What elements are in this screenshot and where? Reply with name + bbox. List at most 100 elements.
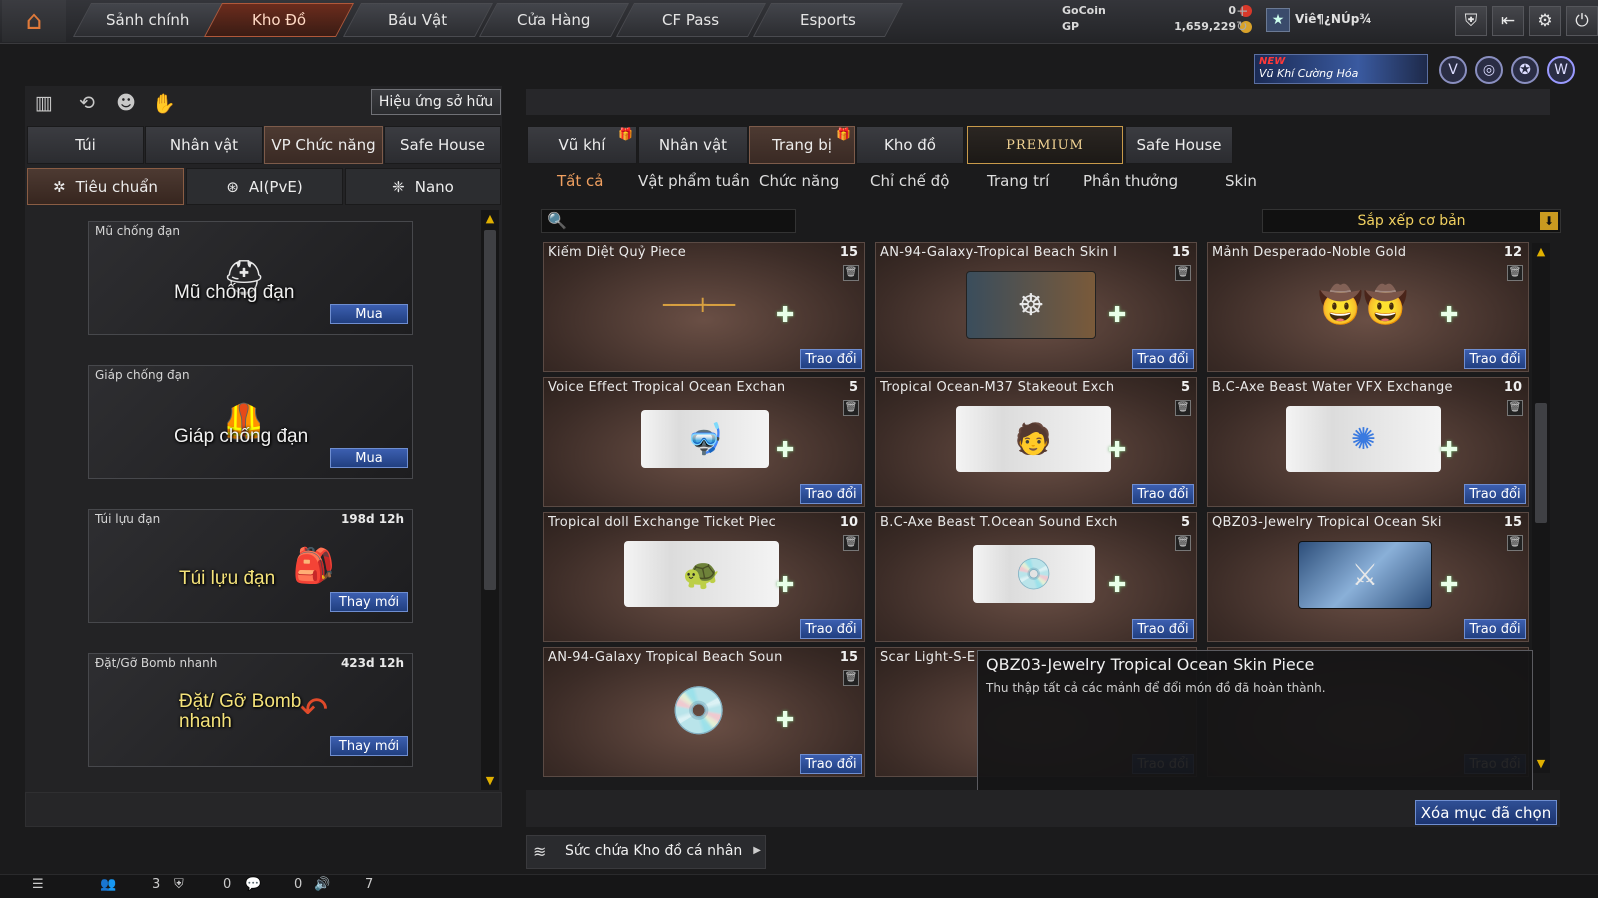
filter-skin[interactable]: Skin [1225, 172, 1257, 190]
home-button[interactable]: ⌂ [2, 0, 66, 42]
filter-decoration[interactable]: Trang trí [987, 172, 1049, 190]
trash-icon[interactable]: 🗑 [1507, 400, 1523, 416]
nav-tab-lobby[interactable]: Sảnh chính [72, 3, 224, 37]
trade-button[interactable]: Trao đổi [800, 484, 862, 504]
add-currency-icon[interactable]: + [1236, 2, 1249, 20]
vp-item-card[interactable]: Túi lựu đạn 198d 12h 🎒 Túi lựu đạn Thay … [88, 509, 413, 623]
promo-banner[interactable]: NEW Vũ Khí Cường Hóa [1254, 54, 1428, 84]
inventory-card[interactable]: AN-94-Galaxy-Tropical Beach Skin I 15 🗑 … [875, 242, 1197, 372]
filter-weekly-items[interactable]: Vật phẩm tuần [638, 172, 750, 190]
clan-shield-icon[interactable]: ⛨ [174, 877, 184, 892]
gocoin-label: GoCoin [1062, 4, 1106, 17]
right-tab-weapons[interactable]: Vũ khí 🎁 [527, 126, 637, 164]
power-icon[interactable]: ⏻ [1566, 6, 1598, 36]
inventory-card[interactable]: QBZ03-Jewelry Tropical Ocean Ski 15 🗑 ⚔ … [1207, 512, 1529, 642]
glove-icon[interactable]: ✋ [152, 92, 176, 116]
right-tab-premium[interactable]: PREMIUM [967, 126, 1123, 164]
character-icon[interactable]: ☻ [114, 92, 138, 116]
left-tab-character[interactable]: Nhân vật [145, 126, 263, 164]
delete-selected-button[interactable]: Xóa mục đã chọn [1415, 800, 1557, 825]
medal-icon[interactable]: ✪ [1511, 56, 1539, 84]
trade-button[interactable]: Trao đổi [1464, 619, 1526, 639]
owned-effects-button[interactable]: Hiệu ứng sở hữu [371, 89, 501, 115]
trade-button[interactable]: Trao đổi [800, 619, 862, 639]
filter-rewards[interactable]: Phần thưởng [1083, 172, 1178, 190]
avatar[interactable]: ★ [1266, 8, 1290, 32]
scroll-up-icon[interactable]: ▲ [1534, 245, 1548, 259]
right-tab-storage[interactable]: Kho đồ [856, 126, 964, 164]
trash-icon[interactable]: 🗑 [1175, 535, 1191, 551]
left-subtab-standard[interactable]: ✲ Tiêu chuẩn [27, 168, 184, 205]
filter-all[interactable]: Tất cả [557, 172, 603, 190]
trash-icon[interactable]: 🗑 [1507, 535, 1523, 551]
filter-function[interactable]: Chức năng [759, 172, 839, 190]
search-input[interactable]: 🔍 [541, 209, 796, 233]
renew-button[interactable]: Thay mới [330, 736, 408, 756]
nav-tab-inventory[interactable]: Kho Đồ [203, 3, 355, 37]
buy-button[interactable]: Mua [330, 304, 408, 324]
trade-button[interactable]: Trao đổi [800, 349, 862, 369]
inventory-card[interactable]: Voice Effect Tropical Ocean Exchan 5 🗑 🤿… [543, 377, 865, 507]
vp-item-card[interactable]: Mũ chống đạn ⛑ Mũ chống đạn Mua [88, 221, 413, 335]
v-emblem-icon[interactable]: V [1439, 56, 1467, 84]
chat-bubble-icon[interactable]: 💬 [245, 877, 261, 892]
scroll-down-icon[interactable]: ▼ [1534, 757, 1548, 771]
filter-mode-only[interactable]: Chỉ chế độ [870, 172, 949, 190]
inventory-card[interactable]: Tropical doll Exchange Ticket Piec 10 🗑 … [543, 512, 865, 642]
trash-icon[interactable]: 🗑 [843, 670, 859, 686]
menu-list-icon[interactable]: ☰ [32, 877, 44, 892]
trash-icon[interactable]: 🗑 [843, 400, 859, 416]
nav-tab-cf-pass[interactable]: CF Pass [615, 3, 767, 37]
trash-icon[interactable]: 🗑 [843, 265, 859, 281]
speaker-icon[interactable]: 🔊 [314, 877, 330, 892]
trash-icon[interactable]: 🗑 [1175, 265, 1191, 281]
trade-button[interactable]: Trao đổi [800, 754, 862, 774]
buy-button[interactable]: Mua [330, 448, 408, 468]
trade-button[interactable]: Trao đổi [1464, 484, 1526, 504]
right-tab-safe-house[interactable]: Safe House [1125, 126, 1233, 164]
right-scrollbar[interactable]: ▲ ▼ [1532, 243, 1550, 773]
refresh-icon[interactable]: ↻ [1236, 19, 1248, 35]
trash-icon[interactable]: 🗑 [1175, 400, 1191, 416]
friends-icon[interactable]: 👥 [100, 877, 116, 892]
left-scrollbar[interactable]: ▲ ▼ [481, 210, 499, 790]
history-icon[interactable]: ⟲ [75, 92, 99, 116]
inventory-card[interactable]: Kiếm Diệt Quỷ Piece 15 🗑 ━━━━━╋━━━━ ✚ Tr… [543, 242, 865, 372]
vp-item-card[interactable]: Giáp chống đạn 🦺 Giáp chống đạn Mua [88, 365, 413, 479]
trade-button[interactable]: Trao đổi [1132, 349, 1194, 369]
renew-button[interactable]: Thay mới [330, 592, 408, 612]
left-subtab-ai-pve[interactable]: ⊛ AI(PvE) [186, 168, 343, 205]
inventory-card[interactable]: B.C-Axe Beast T.Ocean Sound Exch 5 🗑 💿 ✚… [875, 512, 1197, 642]
right-tab-character[interactable]: Nhân vật [638, 126, 748, 164]
scroll-thumb[interactable] [484, 230, 496, 590]
exit-room-icon[interactable]: ⇤ [1492, 6, 1524, 36]
nav-tab-treasure[interactable]: Báu Vật [342, 3, 494, 37]
left-tab-safe-house[interactable]: Safe House [384, 126, 501, 164]
inventory-card[interactable]: AN-94-Galaxy Tropical Beach Soun 15 🗑 💿 … [543, 647, 865, 777]
settings-gear-icon[interactable]: ⚙ [1529, 6, 1561, 36]
inventory-card[interactable]: Tropical Ocean-M37 Stakeout Exch 5 🗑 🧑 ✚… [875, 377, 1197, 507]
sort-dropdown[interactable]: Sắp xếp cơ bản ⬇ [1262, 209, 1561, 233]
nav-tab-esports[interactable]: Esports [752, 3, 904, 37]
trade-button[interactable]: Trao đổi [1132, 484, 1194, 504]
trash-icon[interactable]: 🗑 [843, 535, 859, 551]
globe-icon[interactable]: ◎ [1475, 56, 1503, 84]
left-tab-bag[interactable]: Túi [27, 126, 144, 164]
scroll-up-icon[interactable]: ▲ [483, 212, 497, 226]
trash-icon[interactable]: 🗑 [1507, 265, 1523, 281]
right-tab-equipment[interactable]: Trang bị 🎁 [749, 126, 855, 164]
scroll-down-icon[interactable]: ▼ [483, 774, 497, 788]
scroll-thumb[interactable] [1535, 403, 1547, 523]
shield-icon[interactable]: ⛨ [1455, 6, 1487, 36]
inventory-card[interactable]: Mảnh Desperado-Noble Gold 12 🗑 🤠🤠 ✚ Trao… [1207, 242, 1529, 372]
trade-button[interactable]: Trao đổi [1132, 619, 1194, 639]
nav-tab-shop[interactable]: Cửa Hàng [478, 3, 630, 37]
w-emblem-icon[interactable]: W [1547, 56, 1575, 84]
vp-item-card[interactable]: Đặt/Gỡ Bomb nhanh 423d 12h ↶ Đặt/ Gỡ Bom… [88, 653, 413, 767]
left-tab-function-items[interactable]: VP Chức năng [264, 126, 383, 164]
trade-button[interactable]: Trao đổi [1464, 349, 1526, 369]
inventory-card[interactable]: B.C-Axe Beast Water VFX Exchange 10 🗑 ✺ … [1207, 377, 1529, 507]
ranking-icon[interactable]: ▥ [32, 92, 56, 116]
inventory-capacity-button[interactable]: ≋ Sức chứa Kho đồ cá nhân ▶ [526, 835, 766, 869]
left-subtab-nano[interactable]: ❈ Nano [345, 168, 501, 205]
